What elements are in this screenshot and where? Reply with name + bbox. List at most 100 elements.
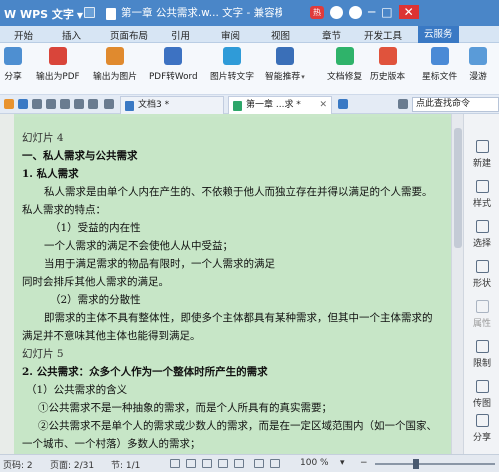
status-bar: 页码: 2 页面: 2/31 节: 1/1 100 % ▾ − xyxy=(0,454,499,472)
panel-shape-button[interactable]: 形状 xyxy=(464,260,499,289)
panel-restrict-button[interactable]: 限制 xyxy=(464,340,499,369)
share-icon xyxy=(475,414,489,427)
panel-share-button[interactable]: 分享 xyxy=(464,414,499,443)
document-title: 第一章 公共需求.w... 文字 - 兼容模式 xyxy=(106,5,282,22)
shape-icon xyxy=(475,260,489,273)
wps-writer-window: W WPS 文字 ▼ 第一章 公共需求.w... 文字 - 兼容模式 热 ─ □ … xyxy=(0,0,499,472)
document-workspace: 幻灯片 4 一、私人需求与公共需求 1. 私人需求 私人需求是由单个人内在产生的、不依… xyxy=(0,114,463,454)
zoom-dropdown-icon[interactable]: ▾ xyxy=(340,458,345,468)
repair-icon xyxy=(335,47,354,65)
properties-icon xyxy=(475,300,489,313)
cloud-service-toolbar: 分享 输出为PDF 输出为图片 PDF转Word 图片转文字 智能推荐▾ 文档修… xyxy=(0,43,499,95)
history-icon xyxy=(378,47,397,65)
tab-developer[interactable]: 开发工具 xyxy=(364,28,402,42)
document-line: 即需求的主体不具有整体性，即使多个主体都具有某种需求，但其中一个主体需求的 xyxy=(44,312,433,324)
page-count: 页面: 2/31 xyxy=(50,461,95,471)
scrollbar-thumb[interactable] xyxy=(454,128,462,248)
wps-app-menu[interactable]: W WPS 文字 ▼ xyxy=(4,6,83,22)
vertical-scrollbar[interactable] xyxy=(451,114,463,454)
maximize-icon[interactable]: □ xyxy=(381,5,392,19)
document-line: 私人需求是由单个人内在产生的、不依赖于他人而独立存在并得以满足的个人需要。 xyxy=(44,186,433,198)
tab-view[interactable]: 视图 xyxy=(271,28,290,42)
doc-tab-document3[interactable]: 文档3 * xyxy=(120,96,224,114)
document-line: 同时会排斥其他人需求的满足。 xyxy=(22,276,169,288)
select-icon xyxy=(475,220,489,233)
document-icon xyxy=(125,101,134,111)
doc-tab-chapter1[interactable]: 第一章 ...求 * ✕ xyxy=(228,96,332,114)
upload-image-icon xyxy=(475,380,489,393)
view-mode-icon[interactable] xyxy=(218,459,228,468)
restrict-icon xyxy=(475,340,489,353)
command-search-input[interactable]: 点此查找命令 xyxy=(412,97,499,112)
slide-heading: 幻灯片 5 xyxy=(22,348,64,360)
panel-style-button[interactable]: 样式 xyxy=(464,180,499,209)
open-folder-icon[interactable] xyxy=(4,99,14,109)
document-page[interactable]: 幻灯片 4 一、私人需求与公共需求 1. 私人需求 私人需求是由单个人内在产生的、不依… xyxy=(14,117,463,454)
undo-icon[interactable] xyxy=(74,99,84,109)
page-number: 页码: 2 xyxy=(3,461,33,471)
document-line: 满足并不意味其他主体也能得到满足。 xyxy=(22,330,201,342)
tab-chapter[interactable]: 章节 xyxy=(322,28,341,42)
redo-icon[interactable] xyxy=(88,99,98,109)
close-icon[interactable]: ✕ xyxy=(398,5,419,19)
document-icon xyxy=(106,7,116,20)
hot-badge[interactable]: 热 xyxy=(310,5,324,19)
pdf-export-icon xyxy=(48,47,67,65)
web-layout-icon[interactable] xyxy=(254,459,264,468)
section-count: 节: 1/1 xyxy=(111,461,141,471)
share-button[interactable]: 分享 xyxy=(4,47,22,82)
format-painter-icon[interactable] xyxy=(60,99,70,109)
doc-repair-button[interactable]: 文档修复 xyxy=(327,47,362,82)
app-name: W WPS 文字 xyxy=(4,8,74,21)
dropdown-arrow-icon: ▾ xyxy=(301,73,305,81)
document-line: 一个城市、一个村落）多数人的需求； xyxy=(22,438,201,450)
skin-icon[interactable] xyxy=(349,5,362,19)
zoom-slider[interactable] xyxy=(375,459,495,469)
export-pdf-button[interactable]: 输出为PDF xyxy=(36,47,80,82)
quick-access-icons xyxy=(84,7,95,18)
more-icon[interactable] xyxy=(104,99,114,109)
image-to-text-button[interactable]: 图片转文字 xyxy=(210,47,254,82)
print-layout-icon[interactable] xyxy=(270,459,280,468)
view-mode-icon[interactable] xyxy=(234,459,244,468)
panel-upload-image-button[interactable]: 传图 xyxy=(464,380,499,409)
document-icon xyxy=(233,101,242,111)
roaming-button[interactable]: 漫游 xyxy=(469,47,487,82)
preview-icon[interactable] xyxy=(46,99,56,109)
new-icon xyxy=(475,140,489,153)
panel-new-button[interactable]: 新建 xyxy=(464,140,499,169)
style-icon xyxy=(475,180,489,193)
export-image-button[interactable]: 输出为图片 xyxy=(93,47,137,82)
tab-page-layout[interactable]: 页面布局 xyxy=(110,28,148,42)
account-icon[interactable] xyxy=(330,5,343,19)
view-mode-icon[interactable] xyxy=(186,459,196,468)
document-line: 1. 私人需求 xyxy=(22,168,79,180)
zoom-level[interactable]: 100 % xyxy=(300,458,329,468)
document-line: 一个人需求的满足不会使他人从中受益； xyxy=(44,240,233,252)
left-ruler xyxy=(0,114,14,454)
star-file-button[interactable]: 星标文件 xyxy=(422,47,457,82)
print-icon[interactable] xyxy=(32,99,42,109)
minimize-icon[interactable]: ─ xyxy=(368,5,375,19)
save-icon[interactable] xyxy=(18,99,28,109)
panel-select-button[interactable]: 选择 xyxy=(464,220,499,249)
view-mode-icon[interactable] xyxy=(170,459,180,468)
recommend-icon xyxy=(275,47,294,65)
document-line: 当用于满足需求的物品有限时，一个人需求的满足 xyxy=(44,258,275,270)
tab-insert[interactable]: 插入 xyxy=(62,28,81,42)
new-tab-icon[interactable] xyxy=(338,99,348,109)
tab-start[interactable]: 开始 xyxy=(14,28,33,42)
tab-review[interactable]: 审阅 xyxy=(221,28,240,42)
tab-cloud-service[interactable]: 云服务 xyxy=(418,26,459,43)
document-line: （1）公共需求的含义 xyxy=(26,384,128,396)
zoom-slider-knob[interactable] xyxy=(413,459,419,469)
search-icon[interactable] xyxy=(398,99,408,109)
new-doc-icon[interactable] xyxy=(84,7,95,18)
zoom-out-icon[interactable]: − xyxy=(360,458,368,468)
tab-references[interactable]: 引用 xyxy=(171,28,190,42)
view-mode-icon[interactable] xyxy=(202,459,212,468)
history-version-button[interactable]: 历史版本 xyxy=(370,47,405,82)
smart-recommend-button[interactable]: 智能推荐▾ xyxy=(265,47,305,82)
pdf-to-word-button[interactable]: PDF转Word xyxy=(149,47,198,82)
close-tab-icon[interactable]: ✕ xyxy=(319,97,327,114)
